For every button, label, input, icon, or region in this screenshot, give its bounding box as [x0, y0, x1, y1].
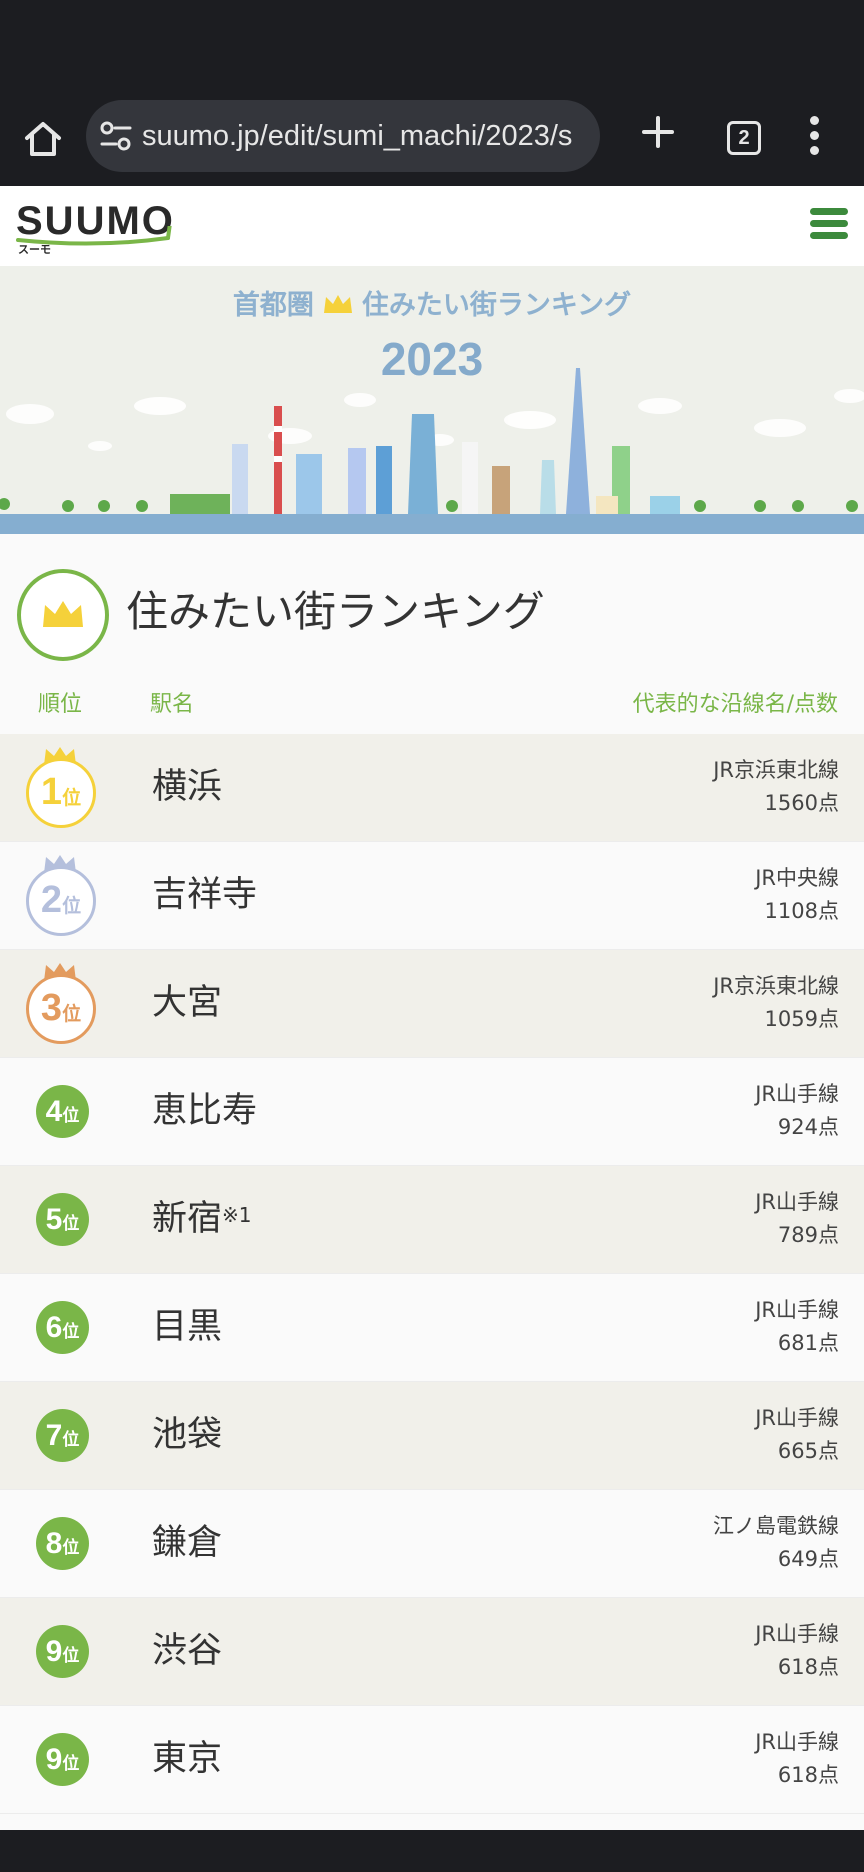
station-name[interactable]: 池袋 [152, 1410, 222, 1460]
ranking-row[interactable]: 6位 目黒 JR山手線 681点 [0, 1274, 864, 1382]
footnote-mark: ※1 [222, 1203, 252, 1227]
bronze-medal-badge: 3位 [26, 962, 98, 1044]
hamburger-menu-icon[interactable] [810, 208, 848, 244]
line-info: JR京浜東北線 1059点 [713, 974, 839, 1031]
site-settings-icon[interactable] [98, 118, 134, 154]
ranking-row[interactable]: 7位 池袋 JR山手線 665点 [0, 1382, 864, 1490]
section-title: 住みたい街ランキング [126, 587, 545, 636]
url-text[interactable]: suumo.jp/edit/sumi_machi/2023/s [142, 118, 592, 154]
station-name[interactable]: 吉祥寺 [152, 870, 257, 920]
rank-badge: 4位 [36, 1085, 89, 1138]
ranking-row[interactable]: 1位 横浜 JR京浜東北線 1560点 [0, 734, 864, 842]
station-name[interactable]: 渋谷 [152, 1626, 222, 1676]
station-name[interactable]: 目黒 [152, 1302, 222, 1352]
ranking-row[interactable]: 5位 新宿※1 JR山手線 789点 [0, 1166, 864, 1274]
line-info: JR山手線 681点 [755, 1298, 839, 1355]
rank-badge: 9位 [36, 1733, 89, 1786]
rank-badge: 9位 [36, 1625, 89, 1678]
site-header: SUUMO スーモ [0, 186, 864, 266]
column-header-rank: 順位 [38, 692, 83, 717]
line-info: JR山手線 618点 [755, 1622, 839, 1679]
station-name[interactable]: 横浜 [152, 762, 222, 812]
hero-banner: 首都圏 住みたい街ランキング 2023 [0, 266, 864, 534]
ranking-list: 1位 横浜 JR京浜東北線 1560点 2位 吉祥寺 JR中央線 1108点 3位 … [0, 734, 864, 1814]
line-info: JR中央線 1108点 [755, 866, 839, 923]
address-bar[interactable]: suumo.jp/edit/sumi_machi/2023/s [86, 100, 600, 172]
browser-toolbar: suumo.jp/edit/sumi_machi/2023/s 2 [0, 92, 864, 186]
city-skyline-illustration [0, 368, 864, 534]
crown-icon [322, 289, 354, 325]
line-info: 江ノ島電鉄線 649点 [713, 1514, 839, 1571]
tab-switcher-button[interactable]: 2 [727, 121, 761, 155]
hero-title: 首都圏 住みたい街ランキング [0, 288, 864, 325]
station-name[interactable]: 鎌倉 [152, 1518, 222, 1568]
line-info: JR山手線 924点 [755, 1082, 839, 1139]
rank-badge: 6位 [36, 1301, 89, 1354]
crown-icon [43, 601, 83, 627]
ranking-row[interactable]: 4位 恵比寿 JR山手線 924点 [0, 1058, 864, 1166]
ranking-row[interactable]: 9位 渋谷 JR山手線 618点 [0, 1598, 864, 1706]
ranking-row[interactable]: 8位 鎌倉 江ノ島電鉄線 649点 [0, 1490, 864, 1598]
status-bar [0, 0, 864, 92]
line-info: JR京浜東北線 1560点 [713, 758, 839, 815]
home-icon[interactable] [18, 114, 68, 164]
rank-badge: 5位 [36, 1193, 89, 1246]
ranking-row[interactable]: 2位 吉祥寺 JR中央線 1108点 [0, 842, 864, 950]
column-header-line: 代表的な沿線名/点数 [632, 692, 838, 717]
station-name[interactable]: 新宿※1 [152, 1194, 252, 1244]
gold-medal-badge: 1位 [26, 746, 98, 828]
station-name[interactable]: 恵比寿 [152, 1086, 257, 1136]
column-header-station: 駅名 [150, 692, 195, 717]
rank-badge: 8位 [36, 1517, 89, 1570]
crown-badge [17, 569, 109, 661]
rank-badge: 7位 [36, 1409, 89, 1462]
ranking-section: 住みたい街ランキング 順位 駅名 代表的な沿線名/点数 1位 横浜 JR京浜東北… [0, 534, 864, 1830]
navigation-bar [0, 1830, 864, 1872]
ranking-row[interactable]: 3位 大宮 JR京浜東北線 1059点 [0, 950, 864, 1058]
station-name[interactable]: 大宮 [152, 978, 222, 1028]
section-header: 住みたい街ランキング 順位 駅名 代表的な沿線名/点数 [0, 534, 864, 717]
station-name[interactable]: 東京 [152, 1734, 222, 1784]
more-menu-icon[interactable] [800, 112, 828, 160]
line-info: JR山手線 789点 [755, 1190, 839, 1247]
new-tab-icon[interactable] [636, 110, 680, 154]
line-info: JR山手線 618点 [755, 1730, 839, 1787]
silver-medal-badge: 2位 [26, 854, 98, 936]
ranking-row[interactable]: 9位 東京 JR山手線 618点 [0, 1706, 864, 1814]
suumo-logo[interactable]: SUUMO スーモ [16, 200, 186, 258]
line-info: JR山手線 665点 [755, 1406, 839, 1463]
